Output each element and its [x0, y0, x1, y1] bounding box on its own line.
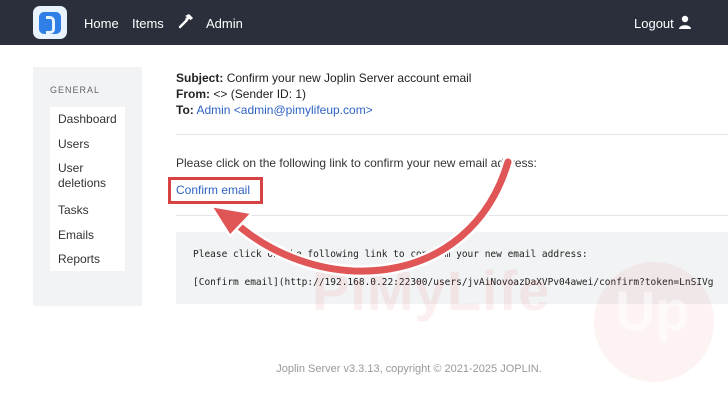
user-icon[interactable]: [678, 15, 692, 29]
subject-label: Subject:: [176, 71, 224, 85]
divider: [176, 215, 728, 216]
sidebar-item-dashboard[interactable]: Dashboard: [50, 107, 125, 132]
nav-items-link[interactable]: Items: [132, 16, 164, 31]
to-label: To:: [176, 103, 194, 117]
admin-sidebar: GENERAL Dashboard Users User deletions T…: [33, 67, 142, 306]
sidebar-heading: GENERAL: [50, 85, 101, 95]
from-label: From:: [176, 87, 210, 101]
nav-admin-link[interactable]: Admin: [206, 16, 243, 31]
sidebar-item-users[interactable]: Users: [50, 132, 125, 157]
divider: [176, 134, 728, 135]
sidebar-item-tasks[interactable]: Tasks: [50, 197, 125, 223]
joplin-logo[interactable]: [33, 6, 67, 39]
sidebar-item-emails[interactable]: Emails: [50, 223, 125, 247]
sidebar-item-user-deletions[interactable]: User deletions: [50, 157, 125, 197]
top-navbar: Home Items Admin Logout: [0, 0, 728, 45]
nav-logout-link[interactable]: Logout: [634, 16, 674, 31]
hammer-icon[interactable]: [178, 13, 194, 29]
email-header: Subject: Confirm your new Joplin Server …: [176, 70, 471, 118]
email-subject: Confirm your new Joplin Server account e…: [226, 71, 472, 85]
watermark-badge-text: Up: [615, 279, 690, 342]
email-from: <> (Sender ID: 1): [213, 87, 307, 101]
watermark-text: PiMyLife: [312, 259, 551, 322]
footer-copyright: Joplin Server v3.3.13, copyright © 2021-…: [276, 363, 542, 375]
confirm-email-link[interactable]: Confirm email: [176, 183, 250, 197]
email-to: Admin <admin@pimylifeup.com>: [196, 103, 373, 117]
logo-icon: [39, 11, 61, 34]
email-body-text: Please click on the following link to co…: [176, 156, 537, 170]
sidebar-item-reports[interactable]: Reports: [50, 247, 125, 271]
nav-home-link[interactable]: Home: [84, 16, 119, 31]
